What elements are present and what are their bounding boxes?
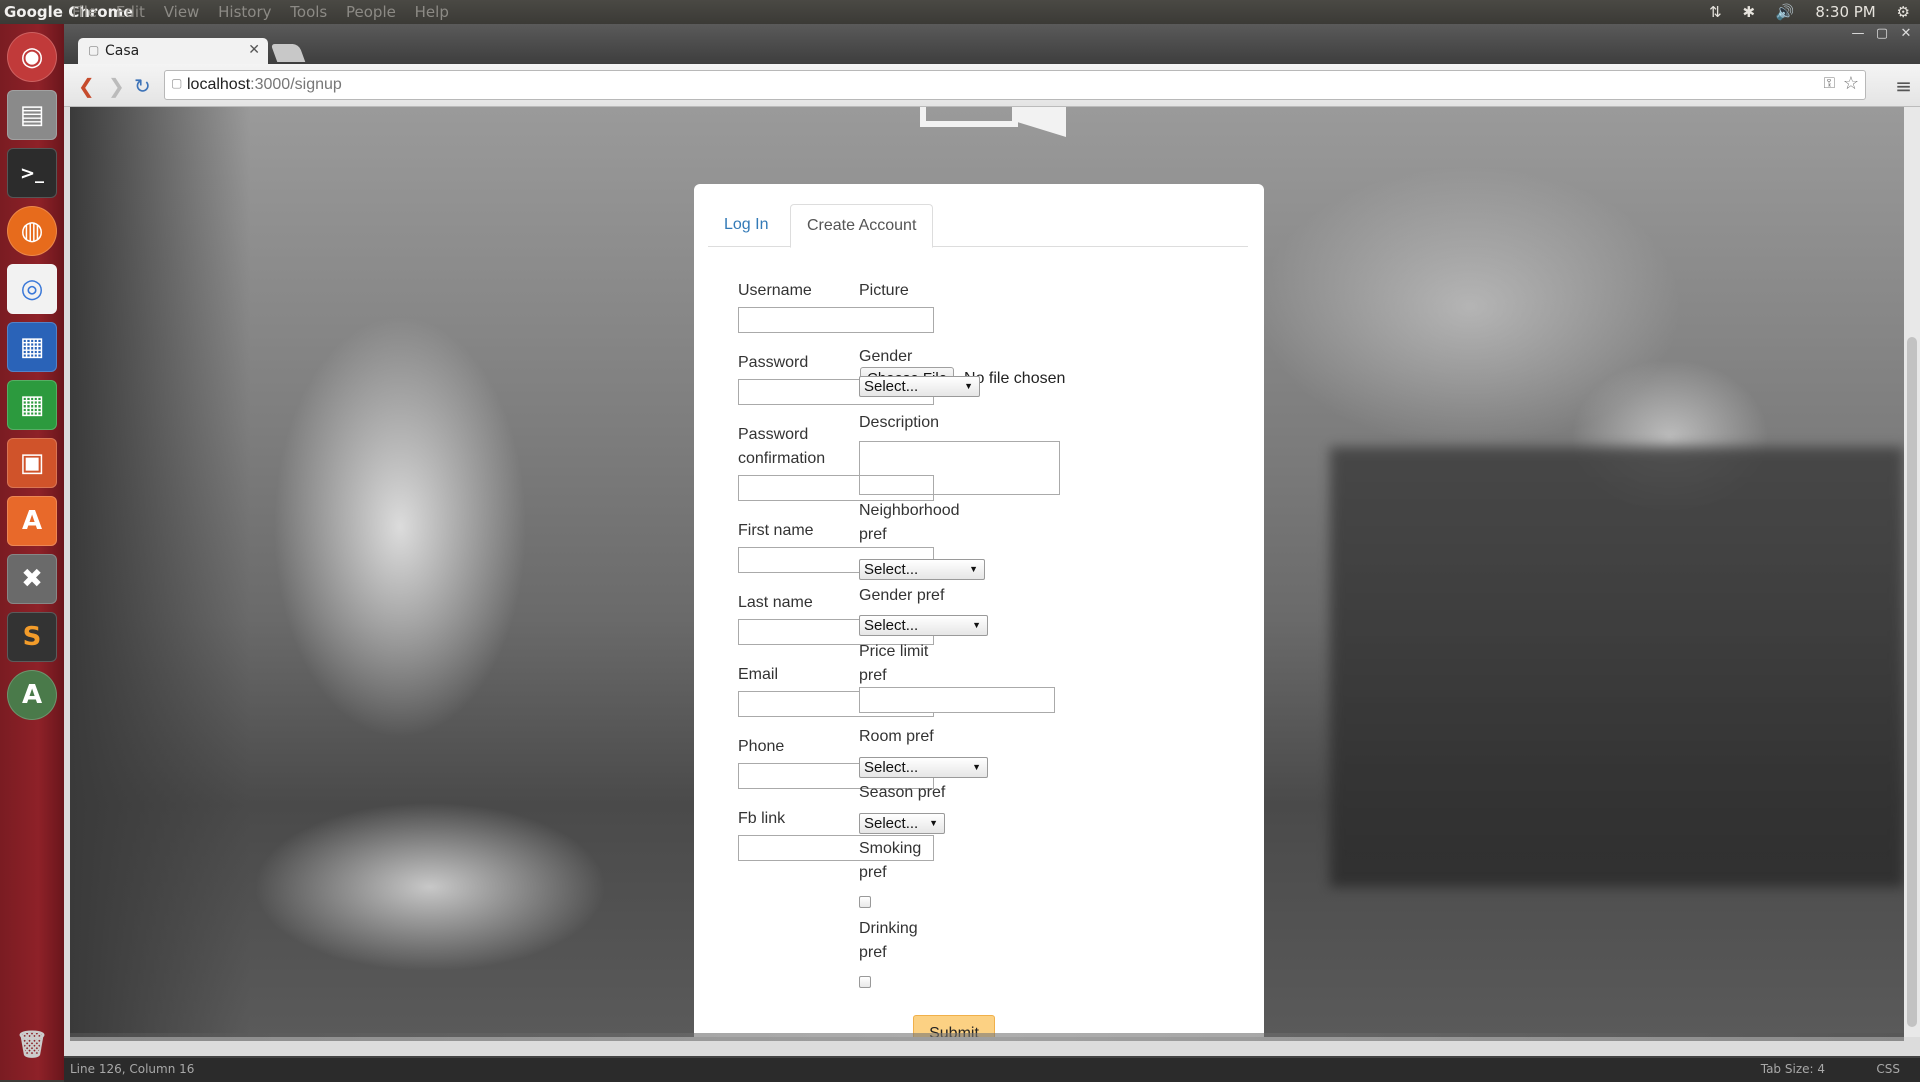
chrome-menu-icon[interactable]: ≡ [1895,74,1912,98]
last-name-label: Last name [738,594,813,611]
price-limit-pref-label: Price limit pref [859,643,929,684]
menu-tools[interactable]: Tools [290,3,327,21]
signup-card: Log In Create Account Username Password … [694,184,1264,1037]
cursor-position: Line 126, Column 16 [70,1062,195,1076]
files-icon[interactable]: ▤ [7,90,57,140]
season-pref-select[interactable]: Select... ▼ [859,813,945,834]
bluetooth-icon[interactable]: ✱ [1742,3,1755,21]
drinking-pref-label: Drinking pref [859,920,918,961]
auth-tabs: Log In Create Account [708,204,1248,248]
scrollbar-thumb[interactable] [1907,337,1917,1027]
email-label: Email [738,666,779,683]
description-textarea[interactable] [859,441,1060,495]
tab-size[interactable]: Tab Size: 4 [1761,1062,1825,1076]
neighborhood-pref-label: Neighborhood pref [859,502,960,543]
app-menu-bar: File Edit View History Tools People Help [72,3,463,21]
tab-log-in[interactable]: Log In [708,204,784,246]
phone-label: Phone [738,738,785,755]
page-icon: ▢ [88,43,100,57]
impress-icon[interactable]: ▣ [7,438,57,488]
gender-pref-select[interactable]: Select... ▼ [859,615,988,636]
description-label: Description [859,414,940,431]
password-label: Password [738,354,809,371]
dropdown-arrow-icon: ▼ [972,620,981,630]
site-logo [920,107,1070,145]
volume-icon[interactable]: 🔊 [1776,3,1795,21]
menu-view[interactable]: View [164,3,200,21]
calc-icon[interactable]: ▦ [7,380,57,430]
chrome-icon[interactable]: ◎ [7,264,57,314]
gender-select[interactable]: Select... ▼ [859,376,980,397]
dropdown-arrow-icon: ▼ [929,818,938,828]
forward-icon[interactable]: ❯ [108,74,125,98]
vertical-scrollbar[interactable] [1904,107,1920,1037]
season-pref-label: Season pref [859,784,946,801]
background-shade [70,107,250,1037]
username-field[interactable] [738,307,934,333]
menu-help[interactable]: Help [415,3,449,21]
dropdown-arrow-icon: ▼ [964,381,973,391]
page-viewport: Log In Create Account Username Password … [70,107,1904,1037]
dropdown-arrow-icon: ▼ [969,564,978,574]
fb-link-label: Fb link [738,810,786,827]
sublime-icon[interactable]: S [7,612,57,662]
new-tab-button[interactable] [270,44,306,62]
dropdown-arrow-icon: ▼ [972,762,981,772]
indicator-area: ⇅ ✱ 🔊 8:30 PM ⚙ [1693,3,1910,21]
updater-icon[interactable]: A [7,670,57,720]
back-icon[interactable]: ❮ [78,74,95,98]
terminal-icon[interactable]: >_ [7,148,57,198]
bookmark-star-icon[interactable]: ☆ [1843,73,1859,94]
username-label: Username [738,282,812,299]
first-name-label: First name [738,522,814,539]
close-window-icon[interactable]: ✕ [1896,26,1916,42]
launcher: ◉ ▤ >_ ◍ ◎ ▦ ▦ ▣ A ✖ S A 🗑 [0,24,65,1080]
menu-edit[interactable]: Edit [116,3,145,21]
page-icon: ▢ [171,76,183,90]
tab-title: Casa [105,43,140,59]
neighborhood-pref-select[interactable]: Select... ▼ [859,559,985,580]
password-confirmation-label: Password confirmation [738,426,826,467]
settings-icon[interactable]: ✖ [7,554,57,604]
dash-icon[interactable]: ◉ [7,32,57,82]
system-top-bar: Google Chrome File Edit View History Too… [0,0,1920,24]
menu-people[interactable]: People [346,3,396,21]
firefox-icon[interactable]: ◍ [7,206,57,256]
software-center-icon[interactable]: A [7,496,57,546]
gear-icon[interactable]: ⚙ [1897,3,1910,21]
editor-status-bar: Line 126, Column 16 Tab Size: 4 CSS [64,1056,1920,1082]
picture-label: Picture [859,282,909,299]
horizontal-scrollbar[interactable] [70,1033,1904,1041]
drinking-pref-checkbox[interactable] [859,976,871,988]
gender-pref-label: Gender pref [859,587,945,604]
trash-icon[interactable]: 🗑 [7,1020,57,1070]
syntax-mode[interactable]: CSS [1876,1062,1900,1076]
gender-label: Gender [859,348,913,365]
smoking-pref-checkbox[interactable] [859,896,871,908]
network-icon[interactable]: ⇅ [1709,3,1722,21]
browser-toolbar: ❮ ❯ ↻ ▢ localhost:3000/signup ⚿ ☆ ≡ [64,64,1920,107]
smoking-pref-label: Smoking pref [859,840,922,881]
background-shade [1330,447,1904,887]
menu-file[interactable]: File [72,3,97,21]
maximize-icon[interactable]: ▢ [1872,26,1892,42]
key-icon[interactable]: ⚿ [1824,75,1835,92]
url-text: localhost:3000/signup [187,76,342,93]
close-tab-icon[interactable]: ✕ [248,42,260,58]
room-pref-select[interactable]: Select... ▼ [859,757,988,778]
menu-history[interactable]: History [218,3,271,21]
reload-icon[interactable]: ↻ [134,74,151,98]
price-limit-pref-field[interactable] [859,687,1055,713]
address-bar[interactable]: ▢ localhost:3000/signup ⚿ ☆ [164,70,1866,100]
browser-tab[interactable]: ▢ Casa ✕ [78,38,268,64]
tab-strip: ▢ Casa ✕ — ▢ ✕ [64,24,1920,64]
room-pref-label: Room pref [859,728,934,745]
clock[interactable]: 8:30 PM [1815,3,1875,21]
writer-icon[interactable]: ▦ [7,322,57,372]
browser-window: ▢ Casa ✕ — ▢ ✕ ❮ ❯ ↻ ▢ localhost:3000/si… [64,24,1920,1056]
tab-create-account[interactable]: Create Account [790,204,934,248]
minimize-icon[interactable]: — [1848,26,1868,42]
